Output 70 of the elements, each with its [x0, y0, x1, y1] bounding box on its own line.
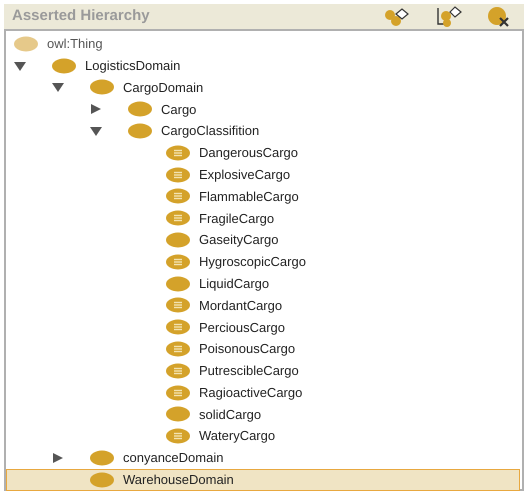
- defined-class-icon: [165, 297, 191, 314]
- defined-class-icon: [165, 254, 191, 270]
- tree-item[interactable]: WateryCargo: [6, 425, 520, 448]
- class-label: FlammableCargo: [199, 188, 299, 206]
- defined-class-icon: [165, 319, 191, 336]
- tree-item[interactable]: LogisticsDomain: [6, 54, 520, 77]
- tree-item[interactable]: ExplosiveCargo: [6, 164, 520, 186]
- class-label: HygroscopicCargo: [199, 253, 306, 272]
- class-icon: [89, 79, 115, 96]
- class-icon: [165, 276, 191, 292]
- tree-item[interactable]: GaseityCargo: [6, 229, 520, 251]
- tree-item[interactable]: DangerousCargo: [6, 142, 520, 164]
- class-label: LiquidCargo: [199, 274, 270, 293]
- tree-item[interactable]: FragileCargo: [6, 207, 520, 230]
- collapse-triangle-icon[interactable]: [51, 81, 65, 94]
- class-label: DangerousCargo: [199, 144, 298, 162]
- class-label: GaseityCargo: [199, 231, 278, 250]
- defined-class-icon: [165, 384, 191, 401]
- defined-class-icon: [165, 144, 191, 161]
- class-icon: [89, 472, 115, 488]
- class-label: LogisticsDomain: [85, 56, 180, 75]
- collapse-triangle-icon[interactable]: [13, 60, 27, 72]
- tree-item[interactable]: WarehouseDomain: [6, 468, 520, 491]
- tree-item[interactable]: PoisonousCargo: [6, 338, 520, 360]
- class-label: PoisonousCargo: [199, 340, 296, 358]
- tree-item[interactable]: Cargo: [6, 98, 520, 120]
- class-label: WarehouseDomain: [123, 471, 234, 490]
- tree-item[interactable]: LiquidCargo: [6, 272, 520, 295]
- class-label: WateryCargo: [199, 427, 276, 446]
- tree-item[interactable]: MordantCargo: [6, 294, 520, 316]
- class-label: PerciousCargo: [199, 318, 285, 337]
- class-label: CargoDomain: [123, 78, 204, 97]
- class-label: Cargo: [161, 100, 196, 119]
- class-label: RagioactiveCargo: [199, 384, 302, 402]
- panel-title: Asserted Hierarchy: [12, 6, 150, 26]
- class-label: conyanceDomain: [123, 449, 224, 468]
- tree-item[interactable]: HygroscopicCargo: [6, 250, 520, 273]
- class-icon: [127, 123, 153, 140]
- expand-triangle-icon[interactable]: [89, 103, 103, 116]
- class-icon: [89, 450, 115, 466]
- defined-class-icon: [165, 188, 191, 204]
- defined-class-icon: [165, 362, 191, 379]
- tree-item[interactable]: CargoDomain: [6, 76, 520, 98]
- class-icon: [165, 232, 191, 248]
- class-icon: [165, 406, 191, 422]
- tree-item[interactable]: conyanceDomain: [6, 447, 520, 469]
- tree-item[interactable]: RagioactiveCargo: [6, 382, 520, 404]
- class-icon: [51, 58, 77, 74]
- defined-class-icon: [165, 210, 191, 226]
- defined-class-icon: [165, 166, 191, 183]
- tree-item[interactable]: FlammableCargo: [6, 186, 520, 208]
- expand-triangle-icon[interactable]: [51, 452, 65, 464]
- tree-item[interactable]: owl:Thing: [6, 33, 520, 55]
- defined-class-icon: [165, 341, 191, 358]
- tree-item[interactable]: PutrescibleCargo: [6, 360, 520, 382]
- delete-class-icon[interactable]: [486, 6, 512, 28]
- class-label: PutrescibleCargo: [199, 362, 299, 380]
- class-label: owl:Thing: [47, 35, 103, 54]
- class-label: ExplosiveCargo: [199, 166, 290, 184]
- tree-item[interactable]: solidCargo: [6, 404, 520, 426]
- tree-item[interactable]: CargoClassifition: [6, 120, 520, 142]
- class-label: solidCargo: [199, 406, 262, 424]
- collapse-triangle-icon[interactable]: [89, 125, 103, 138]
- tree-item[interactable]: PerciousCargo: [6, 316, 520, 338]
- class-label: MordantCargo: [199, 296, 282, 315]
- class-label: FragileCargo: [199, 210, 274, 228]
- class-label: CargoClassifition: [161, 122, 260, 140]
- class-icon: [127, 101, 153, 118]
- class-icon: [13, 36, 39, 52]
- defined-class-icon: [165, 428, 191, 444]
